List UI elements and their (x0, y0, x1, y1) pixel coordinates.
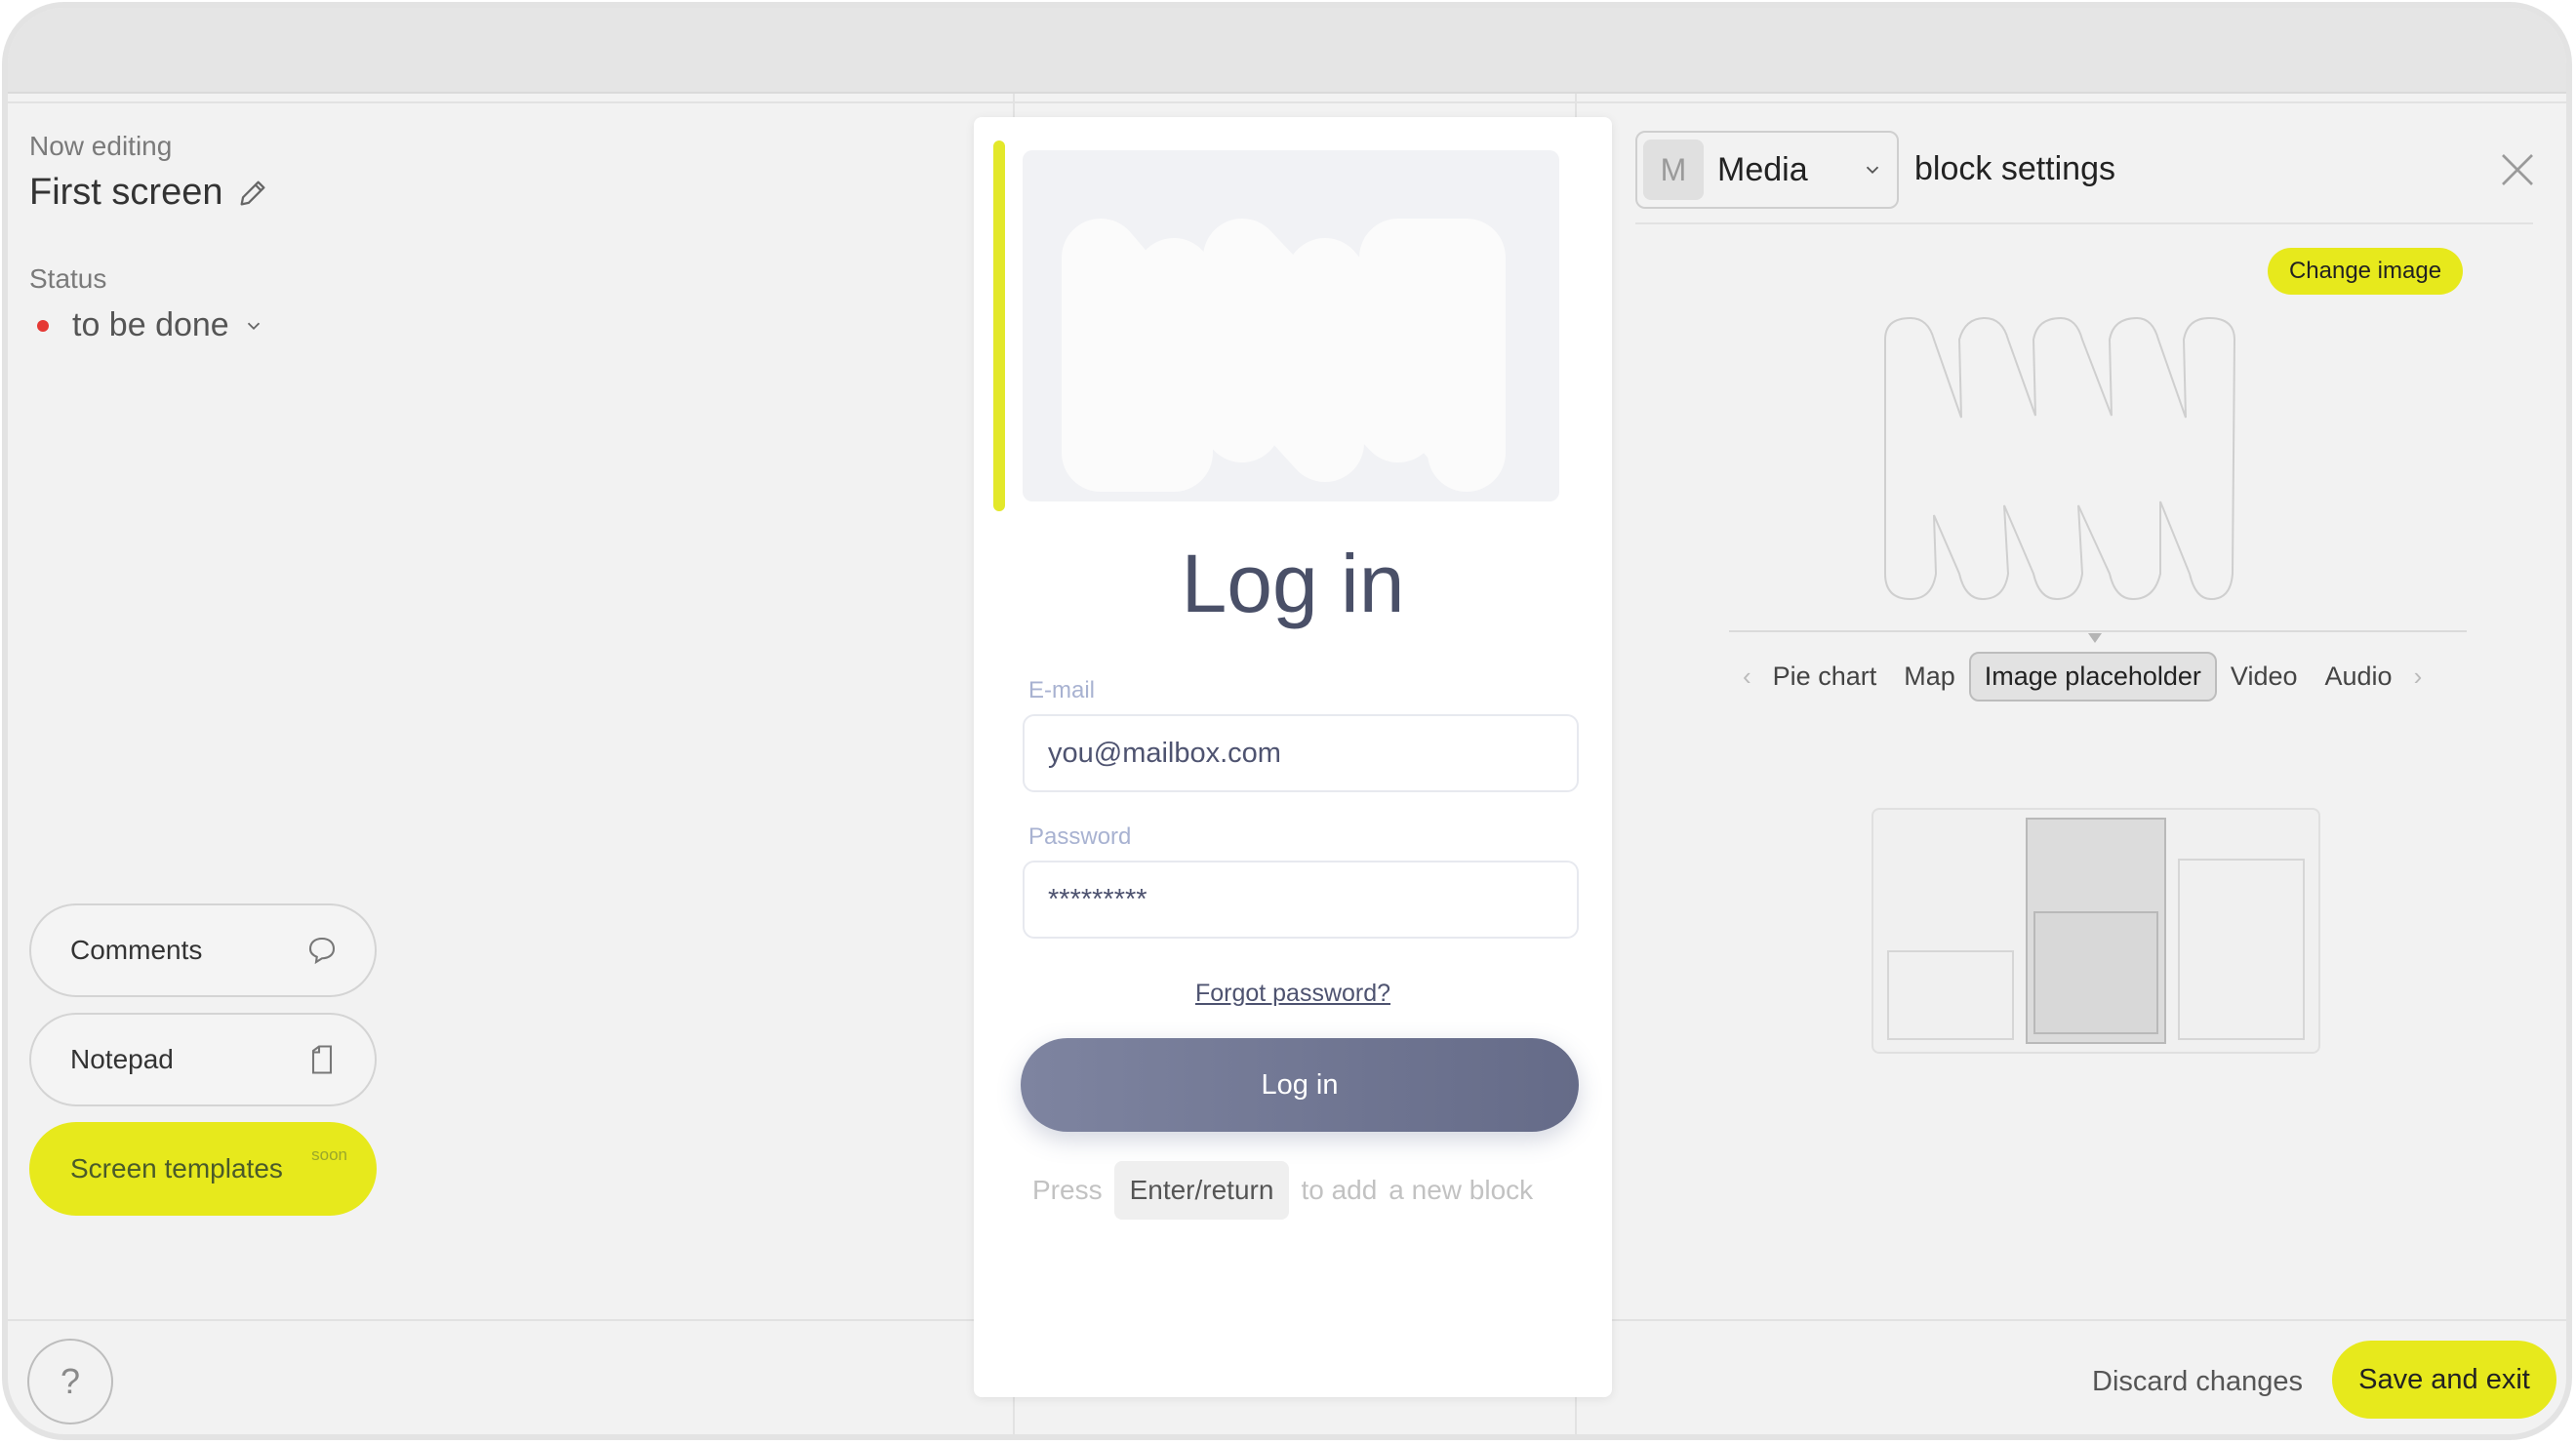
tab-pie-chart[interactable]: Pie chart (1759, 654, 1891, 700)
chevron-left-icon[interactable]: ‹ (1735, 662, 1759, 692)
email-field[interactable]: you@mailbox.com (1023, 714, 1579, 792)
save-and-exit-button[interactable]: Save and exit (2332, 1341, 2556, 1419)
hint-to-add: to add (1301, 1175, 1378, 1205)
divider (1635, 222, 2533, 224)
pencil-icon[interactable] (236, 177, 269, 210)
discard-changes-button[interactable]: Discard changes (2092, 1366, 2303, 1398)
layout-options (1872, 808, 2320, 1054)
media-type-tabs: ‹ Pie chart Map Image placeholder Video … (1735, 651, 2457, 702)
hint-press: Press (1032, 1175, 1103, 1205)
notepad-icon (311, 1045, 333, 1074)
status-dot-icon (37, 319, 49, 332)
app-window: Now editing First screen Status to be do… (2, 2, 2572, 1440)
tab-video[interactable]: Video (2217, 654, 2312, 700)
email-label: E-mail (1028, 677, 1096, 703)
block-type-badge: M (1643, 140, 1704, 200)
hint-key: Enter/return (1113, 1161, 1290, 1220)
tab-image-placeholder[interactable]: Image placeholder (1968, 651, 2217, 702)
login-title: Log in (1181, 538, 1405, 629)
now-editing-label: Now editing (29, 131, 173, 161)
block-type-select[interactable]: M Media (1635, 131, 1899, 209)
speech-bubble-icon (308, 937, 336, 965)
layout-option-tall[interactable] (2178, 859, 2305, 1040)
grid-line (8, 101, 2566, 103)
status-dropdown[interactable]: to be done (37, 306, 264, 344)
hint-new-block: a new block (1389, 1175, 1534, 1205)
selected-block-indicator (993, 140, 1005, 511)
screen-templates-label: Screen templates (70, 1153, 283, 1183)
block-settings-title: block settings (1914, 150, 2115, 187)
layout-inner-block (2033, 911, 2158, 1034)
status-value: to be done (72, 306, 229, 343)
soon-badge: soon (311, 1145, 347, 1164)
password-label: Password (1028, 823, 1132, 850)
placeholder-logo-icon (1062, 219, 1506, 492)
forgot-password-link[interactable]: Forgot password? (974, 980, 1612, 1008)
login-button[interactable]: Log in (1021, 1038, 1579, 1132)
tab-map[interactable]: Map (1890, 654, 1969, 700)
chevron-right-icon[interactable]: › (2406, 662, 2431, 692)
add-block-hint: Press Enter/return to add a new block (1032, 1161, 1533, 1220)
notepad-label: Notepad (70, 1044, 174, 1074)
screen-canvas: Log in E-mail you@mailbox.com Password *… (974, 117, 1612, 1397)
screen-templates-button[interactable]: Screen templates soon (29, 1122, 377, 1216)
screen-name-row: First screen (29, 172, 269, 214)
top-bar (8, 8, 2566, 94)
layout-option-selected[interactable] (2026, 818, 2166, 1044)
layout-option-small[interactable] (1887, 950, 2014, 1040)
image-placeholder[interactable] (1023, 150, 1559, 501)
block-type-label: Media (1717, 150, 1808, 188)
help-button[interactable]: ? (27, 1339, 113, 1424)
image-preview-outline (1884, 316, 2236, 601)
status-label: Status (29, 263, 107, 294)
change-image-button[interactable]: Change image (2268, 248, 2463, 295)
comments-button[interactable]: Comments (29, 903, 377, 997)
notepad-button[interactable]: Notepad (29, 1013, 377, 1106)
password-field[interactable]: ********* (1023, 861, 1579, 939)
chevron-down-icon (247, 322, 260, 330)
tabs-divider (1729, 630, 2467, 632)
comments-label: Comments (70, 935, 203, 965)
close-icon[interactable] (2498, 150, 2537, 189)
tab-indicator-icon (2088, 633, 2102, 643)
screen-name: First screen (29, 172, 223, 213)
chevron-down-icon (1866, 166, 1879, 175)
tab-audio[interactable]: Audio (2312, 654, 2406, 700)
